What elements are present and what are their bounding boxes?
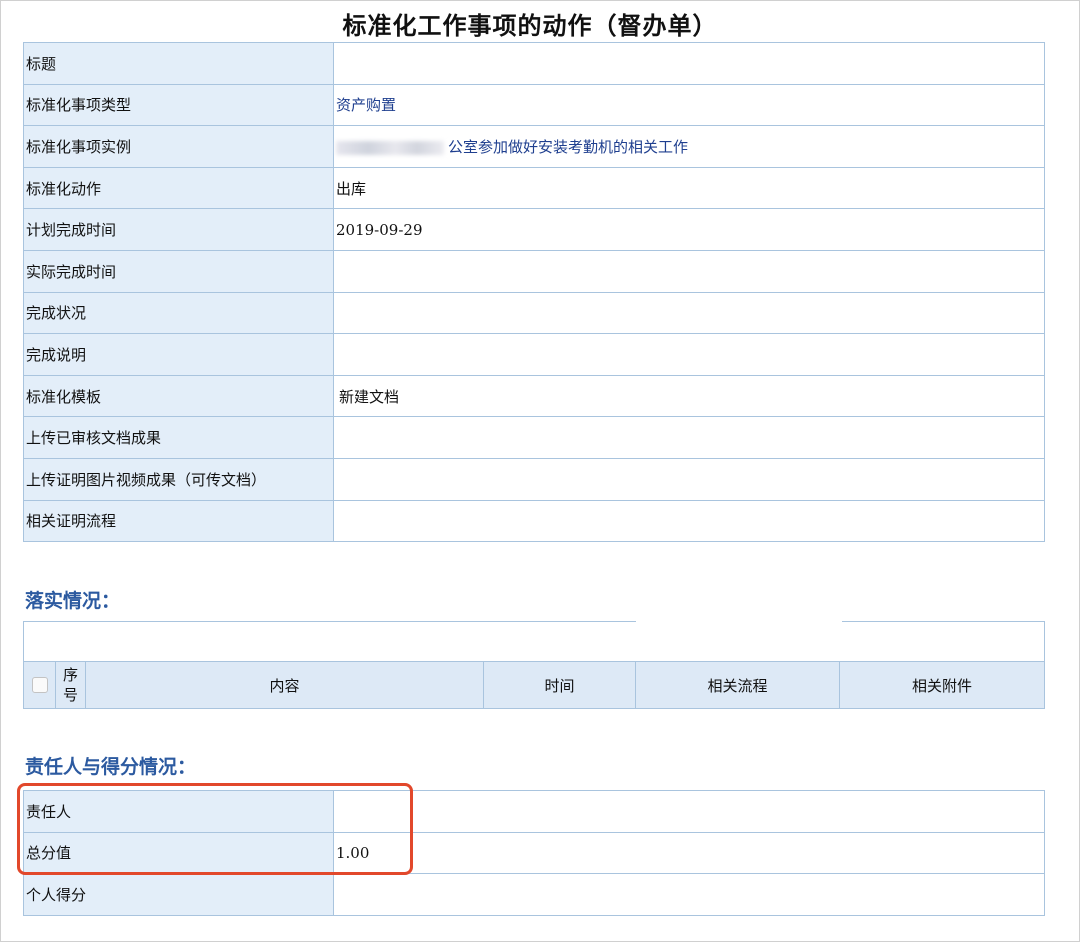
upload-media-label: 上传证明图片视频成果（可传文档） bbox=[23, 457, 334, 501]
form-row-upload-media: 上传证明图片视频成果（可传文档） bbox=[23, 457, 1045, 501]
personal-score-row: 个人得分 bbox=[23, 873, 1045, 916]
item-instance-link[interactable]: 公室参加做好安装考勤机的相关工作 bbox=[448, 138, 688, 156]
responsibility-section-title: 责任人与得分情况： bbox=[25, 756, 197, 778]
col-attachment: 相关附件 bbox=[840, 662, 1044, 708]
select-all-checkbox[interactable] bbox=[31, 677, 48, 693]
form-row-process: 相关证明流程 bbox=[23, 499, 1045, 543]
form-row-planned-date: 计划完成时间 2019-09-29 bbox=[23, 208, 1045, 251]
completion-notes-label: 完成说明 bbox=[23, 333, 334, 376]
completion-notes-value bbox=[333, 333, 1045, 376]
implementation-section-title: 落实情况： bbox=[25, 590, 121, 612]
form-row-item-instance: 标准化事项实例 公室参加做好安装考勤机的相关工作 bbox=[23, 125, 1045, 168]
personal-score-value bbox=[333, 873, 1045, 916]
col-content: 内容 bbox=[86, 662, 484, 708]
form-row-item-type: 标准化事项类型 资产购置 bbox=[23, 83, 1045, 127]
template-value[interactable]: 新建文档 bbox=[333, 374, 1045, 418]
responsible-person-value bbox=[333, 790, 1045, 833]
upload-doc-value[interactable] bbox=[333, 416, 1045, 459]
process-label: 相关证明流程 bbox=[23, 499, 334, 543]
implementation-toolbar bbox=[24, 621, 1044, 662]
form-row-actual-date: 实际完成时间 bbox=[23, 249, 1045, 293]
action-value: 出库 bbox=[333, 166, 1045, 210]
form-row-template: 标准化模板 新建文档 bbox=[23, 374, 1045, 418]
upload-media-value[interactable] bbox=[333, 457, 1045, 501]
template-label: 标准化模板 bbox=[23, 374, 334, 418]
responsible-person-label: 责任人 bbox=[23, 790, 334, 833]
col-seq: 序号 bbox=[56, 662, 86, 708]
page-title: 标准化工作事项的动作（督办单） bbox=[342, 11, 718, 40]
planned-date-label: 计划完成时间 bbox=[23, 208, 334, 251]
implementation-table: 序号 内容 时间 相关流程 相关附件 bbox=[23, 621, 1045, 709]
completion-status-value bbox=[333, 291, 1045, 335]
upload-doc-label: 上传已审核文档成果 bbox=[23, 416, 334, 459]
item-instance-label: 标准化事项实例 bbox=[23, 125, 334, 168]
select-all-cell bbox=[24, 662, 56, 708]
col-time: 时间 bbox=[484, 662, 636, 708]
form-row-title: 标题 bbox=[23, 42, 1045, 85]
form-row-action: 标准化动作 出库 bbox=[23, 166, 1045, 210]
item-type-link[interactable]: 资产购置 bbox=[336, 96, 396, 114]
total-score-value: 1.00 bbox=[333, 831, 1045, 875]
total-score-label: 总分值 bbox=[23, 831, 334, 875]
toolbar-gap bbox=[636, 621, 842, 624]
item-type-label: 标准化事项类型 bbox=[23, 83, 334, 127]
process-value[interactable] bbox=[333, 499, 1045, 543]
col-process: 相关流程 bbox=[636, 662, 840, 708]
form-row-notes: 完成说明 bbox=[23, 333, 1045, 376]
task-detail-form: 标题 标准化事项类型 资产购置 标准化事项实例 公室参加做好安装考勤机的相关工作… bbox=[23, 42, 1045, 543]
responsible-row: 责任人 bbox=[23, 790, 1045, 833]
actual-date-value bbox=[333, 249, 1045, 293]
actual-date-label: 实际完成时间 bbox=[23, 249, 334, 293]
action-label: 标准化动作 bbox=[23, 166, 334, 210]
personal-score-label: 个人得分 bbox=[23, 873, 334, 916]
responsibility-table: 责任人 总分值 1.00 个人得分 bbox=[23, 790, 1045, 916]
total-score-row: 总分值 1.00 bbox=[23, 831, 1045, 875]
implementation-header-row: 序号 内容 时间 相关流程 相关附件 bbox=[24, 662, 1044, 708]
form-row-upload-doc: 上传已审核文档成果 bbox=[23, 416, 1045, 459]
planned-date-value: 2019-09-29 bbox=[333, 208, 1045, 251]
title-value bbox=[333, 42, 1045, 85]
form-row-status: 完成状况 bbox=[23, 291, 1045, 335]
redacted-text bbox=[336, 140, 444, 155]
completion-status-label: 完成状况 bbox=[23, 291, 334, 335]
title-label: 标题 bbox=[23, 42, 334, 85]
